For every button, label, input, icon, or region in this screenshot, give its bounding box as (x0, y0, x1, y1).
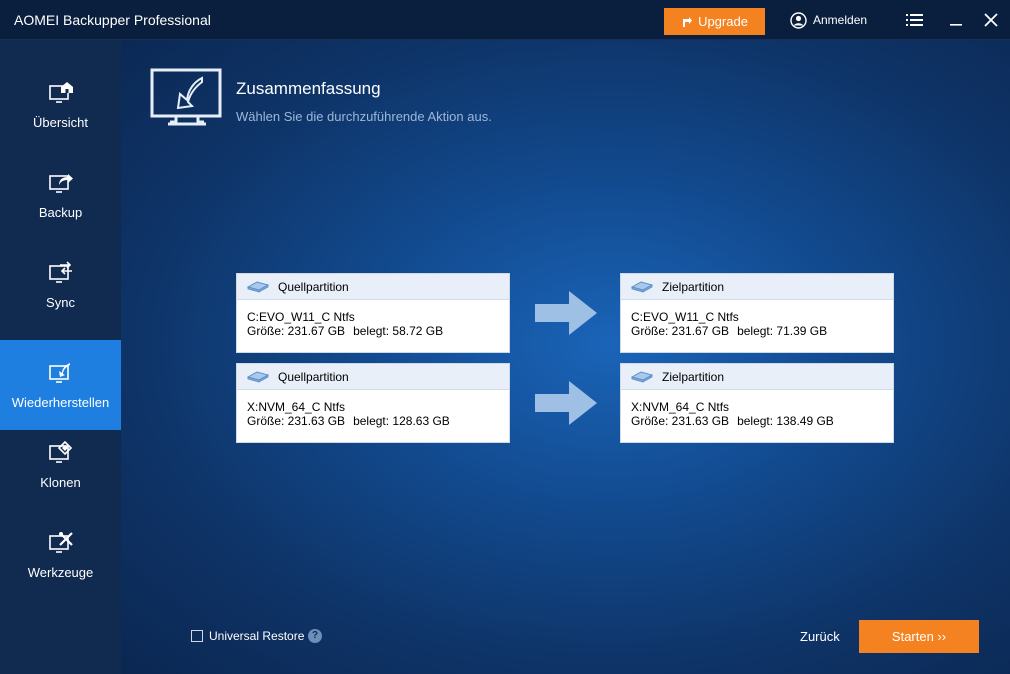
partition-name: C:EVO_W11_C Ntfs (247, 310, 355, 324)
sidebar-item-overview[interactable]: Übersicht (0, 60, 121, 150)
partition-card-title: Quellpartition (278, 279, 349, 294)
partition-used: belegt: 128.63 GB (353, 414, 450, 428)
minimize-icon[interactable] (948, 12, 964, 28)
sidebar-item-clone[interactable]: Klonen (0, 420, 121, 510)
universal-restore-checkbox[interactable] (191, 630, 203, 642)
partition-used: belegt: 71.39 GB (737, 324, 828, 338)
app-title: AOMEI Backupper Professional (14, 12, 211, 28)
upgrade-label: Upgrade (698, 14, 748, 29)
help-icon[interactable]: ? (308, 629, 322, 643)
disk-icon (247, 371, 269, 383)
back-button[interactable]: Zurück (800, 629, 840, 644)
partition-card-header: Zielpartition (621, 364, 893, 390)
disk-icon (631, 371, 653, 383)
partition-size: Größe: 231.63 GB (631, 414, 730, 428)
upgrade-button[interactable]: Upgrade (664, 8, 765, 35)
sidebar-item-backup[interactable]: Backup (0, 150, 121, 240)
target-partition-card[interactable]: Zielpartition C:EVO_W11_C Ntfs Größe: 23… (620, 273, 894, 353)
upgrade-arrow-icon (682, 16, 693, 27)
universal-restore-label[interactable]: Universal Restore (209, 629, 304, 643)
sidebar-item-label: Klonen (40, 474, 81, 490)
sidebar: Übersicht Backup Sync Wiederherstellen K… (0, 40, 121, 674)
start-button[interactable]: Starten ›› (859, 620, 979, 653)
sync-monitor-icon (48, 260, 72, 283)
sidebar-item-label: Werkzeuge (27, 564, 94, 580)
partition-card-header: Quellpartition (237, 274, 509, 300)
partition-card-title: Quellpartition (278, 369, 349, 384)
user-icon (790, 11, 807, 29)
partition-size: Größe: 231.67 GB (631, 324, 730, 338)
menu-icon[interactable] (906, 12, 923, 28)
partition-name: X:NVM_64_C Ntfs (247, 400, 346, 414)
partition-name: C:EVO_W11_C Ntfs (631, 310, 739, 324)
main-panel: Zusammenfassung Wählen Sie die durchzufü… (121, 40, 1010, 674)
sidebar-item-restore[interactable]: Wiederherstellen (0, 340, 121, 430)
restore-monitor-icon (48, 362, 70, 383)
sidebar-item-label: Übersicht (33, 114, 88, 130)
disk-icon (247, 281, 269, 293)
partition-used: belegt: 138.49 GB (737, 414, 834, 428)
close-icon[interactable] (983, 12, 999, 28)
page-title: Zusammenfassung (236, 79, 381, 98)
home-monitor-icon (48, 81, 73, 103)
right-arrow-icon (535, 381, 597, 425)
partition-card-header: Zielpartition (621, 274, 893, 300)
sidebar-item-label: Wiederherstellen (11, 394, 110, 410)
partition-card-header: Quellpartition (237, 364, 509, 390)
login-label: Anmelden (813, 13, 868, 27)
partition-name: X:NVM_64_C Ntfs (631, 400, 730, 414)
page-subtitle: Wählen Sie die durchzuführende Aktion au… (236, 109, 492, 124)
disk-icon (631, 281, 653, 293)
partition-card-title: Zielpartition (662, 369, 725, 384)
partition-size: Größe: 231.63 GB (247, 414, 346, 428)
summary-monitor-icon (150, 68, 222, 126)
sidebar-item-sync[interactable]: Sync (0, 240, 121, 330)
source-partition-card[interactable]: Quellpartition X:NVM_64_C Ntfs Größe: 23… (236, 363, 510, 443)
partition-used: belegt: 58.72 GB (353, 324, 444, 338)
sidebar-item-label: Backup (38, 204, 83, 220)
right-arrow-icon (535, 291, 597, 335)
target-partition-card[interactable]: Zielpartition X:NVM_64_C Ntfs Größe: 231… (620, 363, 894, 443)
partition-card-title: Zielpartition (662, 279, 725, 294)
login-button[interactable]: Anmelden (790, 11, 867, 29)
backup-monitor-icon (48, 173, 73, 193)
source-partition-card[interactable]: Quellpartition C:EVO_W11_C Ntfs Größe: 2… (236, 273, 510, 353)
title-bar: AOMEI Backupper Professional Upgrade Anm… (0, 0, 1010, 40)
partition-size: Größe: 231.67 GB (247, 324, 346, 338)
sidebar-item-tools[interactable]: Werkzeuge (0, 510, 121, 600)
clone-monitor-icon (48, 440, 72, 463)
sidebar-item-label: Sync (46, 294, 75, 310)
tools-monitor-icon (48, 531, 73, 553)
